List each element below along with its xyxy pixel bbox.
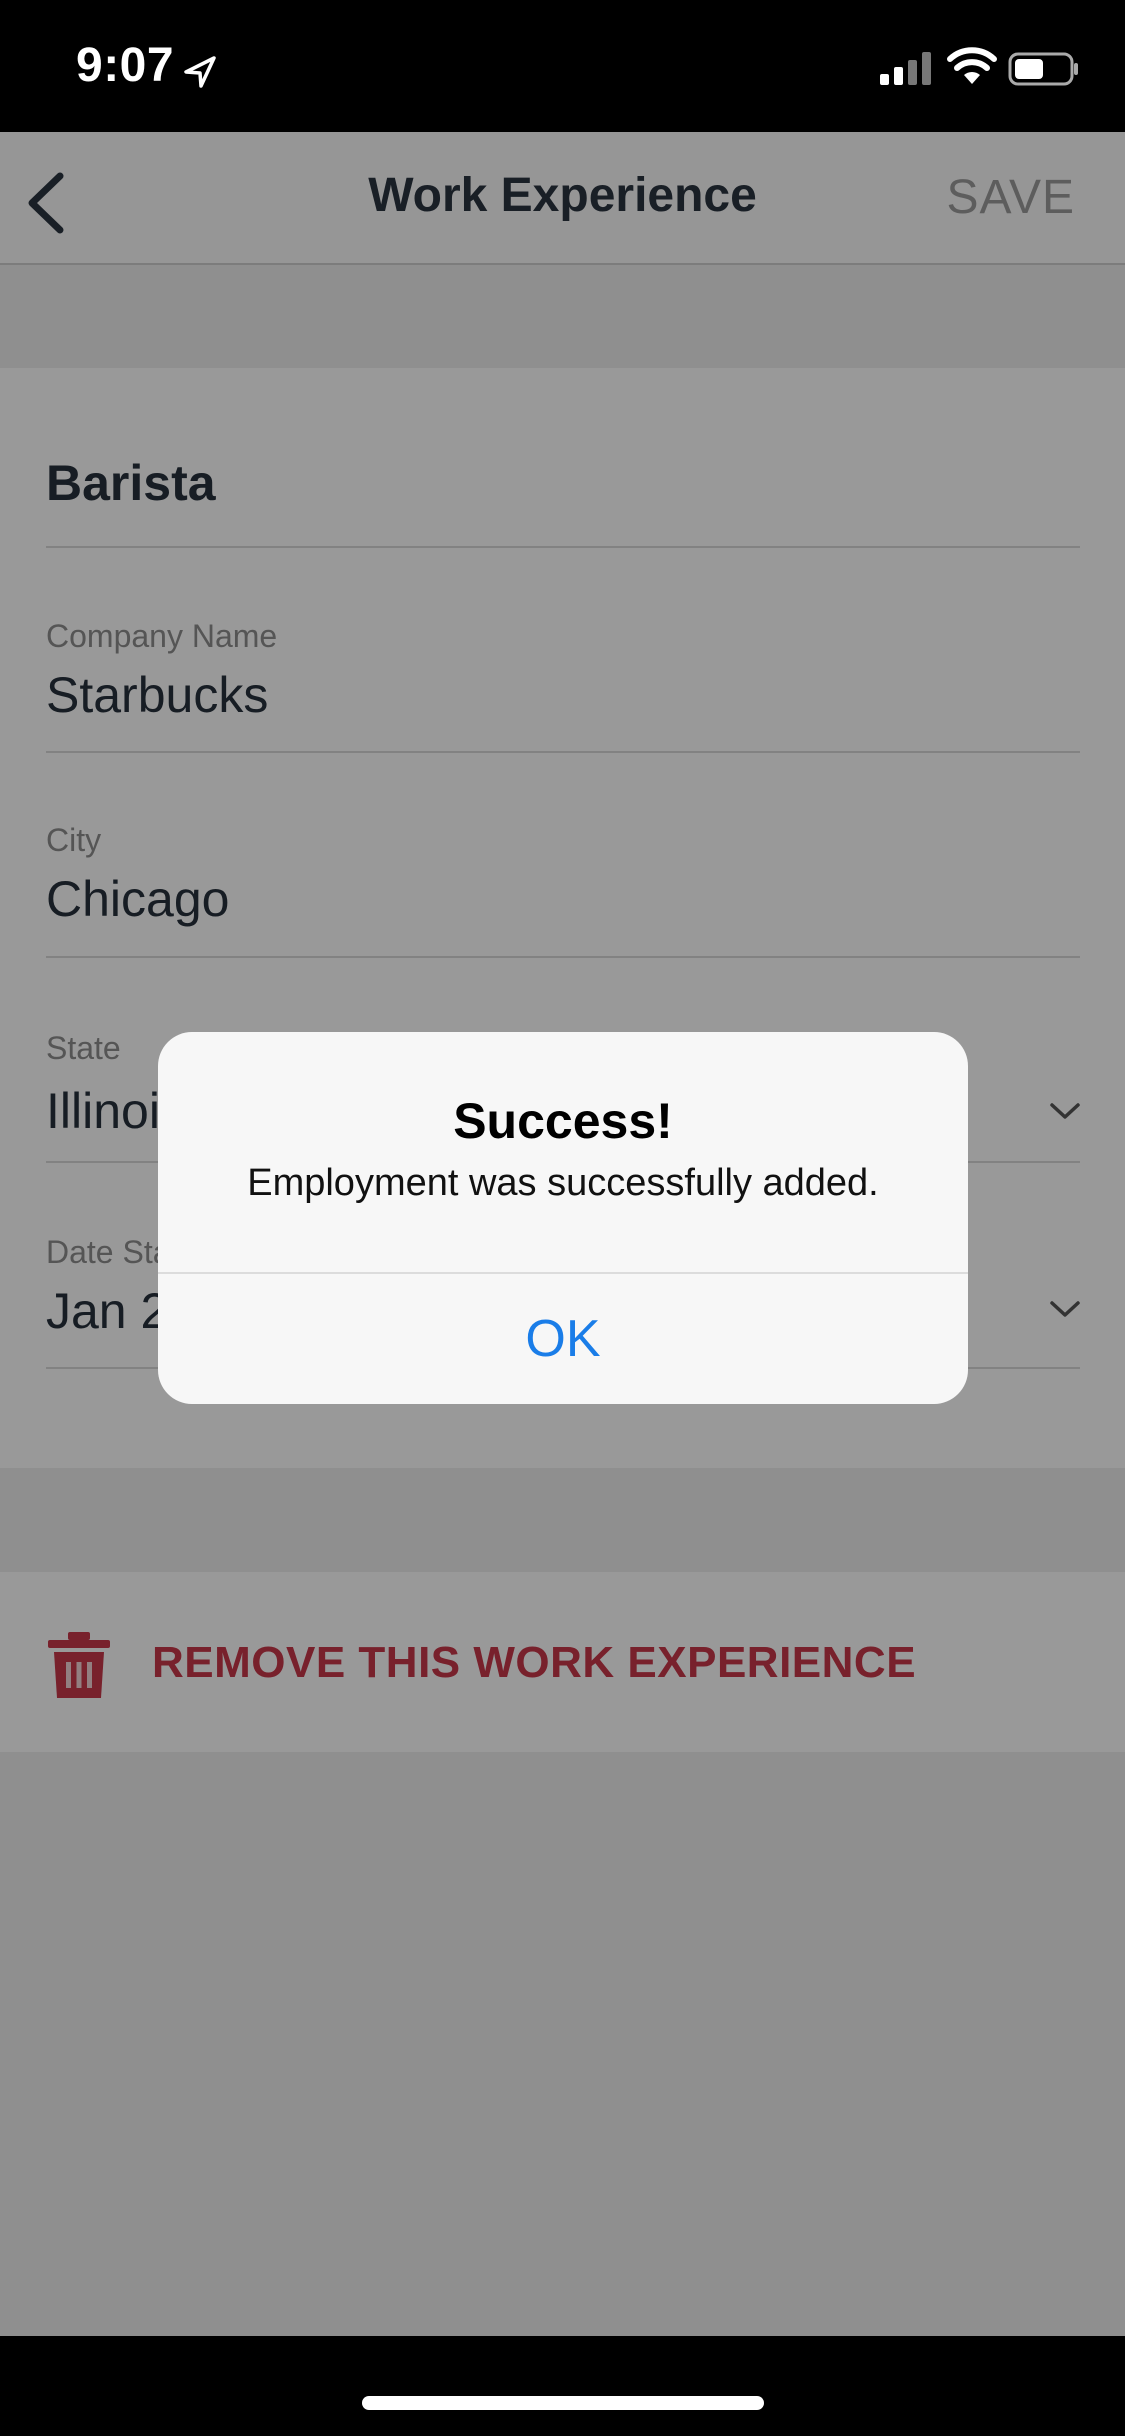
wifi-icon: [947, 47, 997, 84]
ok-button[interactable]: OK: [158, 1274, 968, 1404]
success-alert: Success! Employment was successfully add…: [158, 1032, 968, 1404]
location-arrow-icon: [184, 56, 216, 88]
home-indicator-area: [0, 2336, 1125, 2436]
home-indicator[interactable]: [362, 2396, 764, 2410]
battery-icon: [1008, 52, 1078, 86]
cellular-signal-icon: [880, 52, 931, 85]
alert-title: Success!: [453, 1093, 673, 1149]
alert-message: Employment was successfully added.: [247, 1162, 879, 1204]
status-time: 9:07: [76, 39, 175, 92]
